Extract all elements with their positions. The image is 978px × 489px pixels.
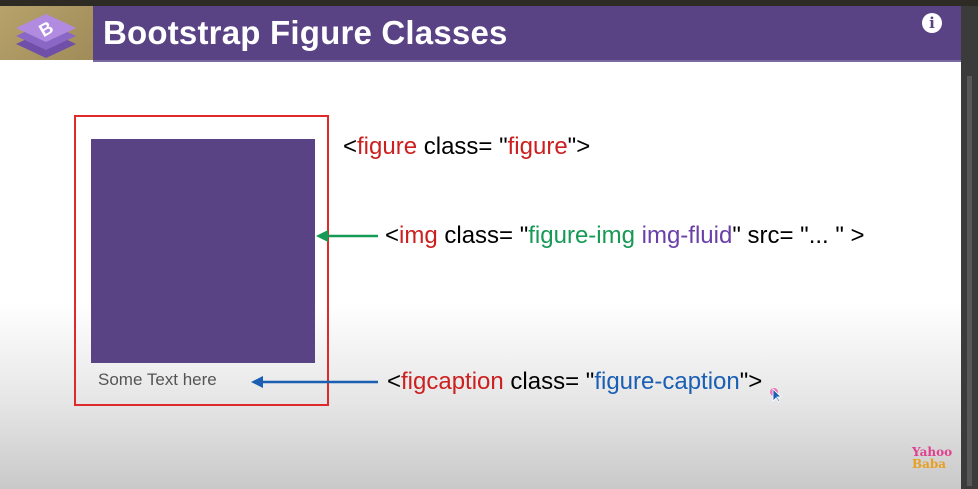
logo-panel: B [0, 6, 93, 60]
code-line-figure: <figure class= "figure"> [343, 133, 591, 160]
mouse-cursor-icon [770, 388, 782, 403]
code-line-img: <img class= "figure-img img-fluid" src= … [385, 222, 865, 249]
code-line-figcaption: <figcaption class= "figure-caption"> [387, 368, 763, 395]
watermark-logo: Yahoo Baba [912, 445, 953, 471]
page-title: Bootstrap Figure Classes [103, 14, 508, 51]
info-icon[interactable]: i [922, 13, 942, 33]
bootstrap-logo-icon: B [16, 14, 76, 58]
right-edge-bar [961, 6, 978, 489]
title-bar: Bootstrap Figure Classes [93, 6, 961, 62]
figure-caption-text: Some Text here [98, 370, 217, 389]
figure-image-placeholder [91, 139, 315, 363]
